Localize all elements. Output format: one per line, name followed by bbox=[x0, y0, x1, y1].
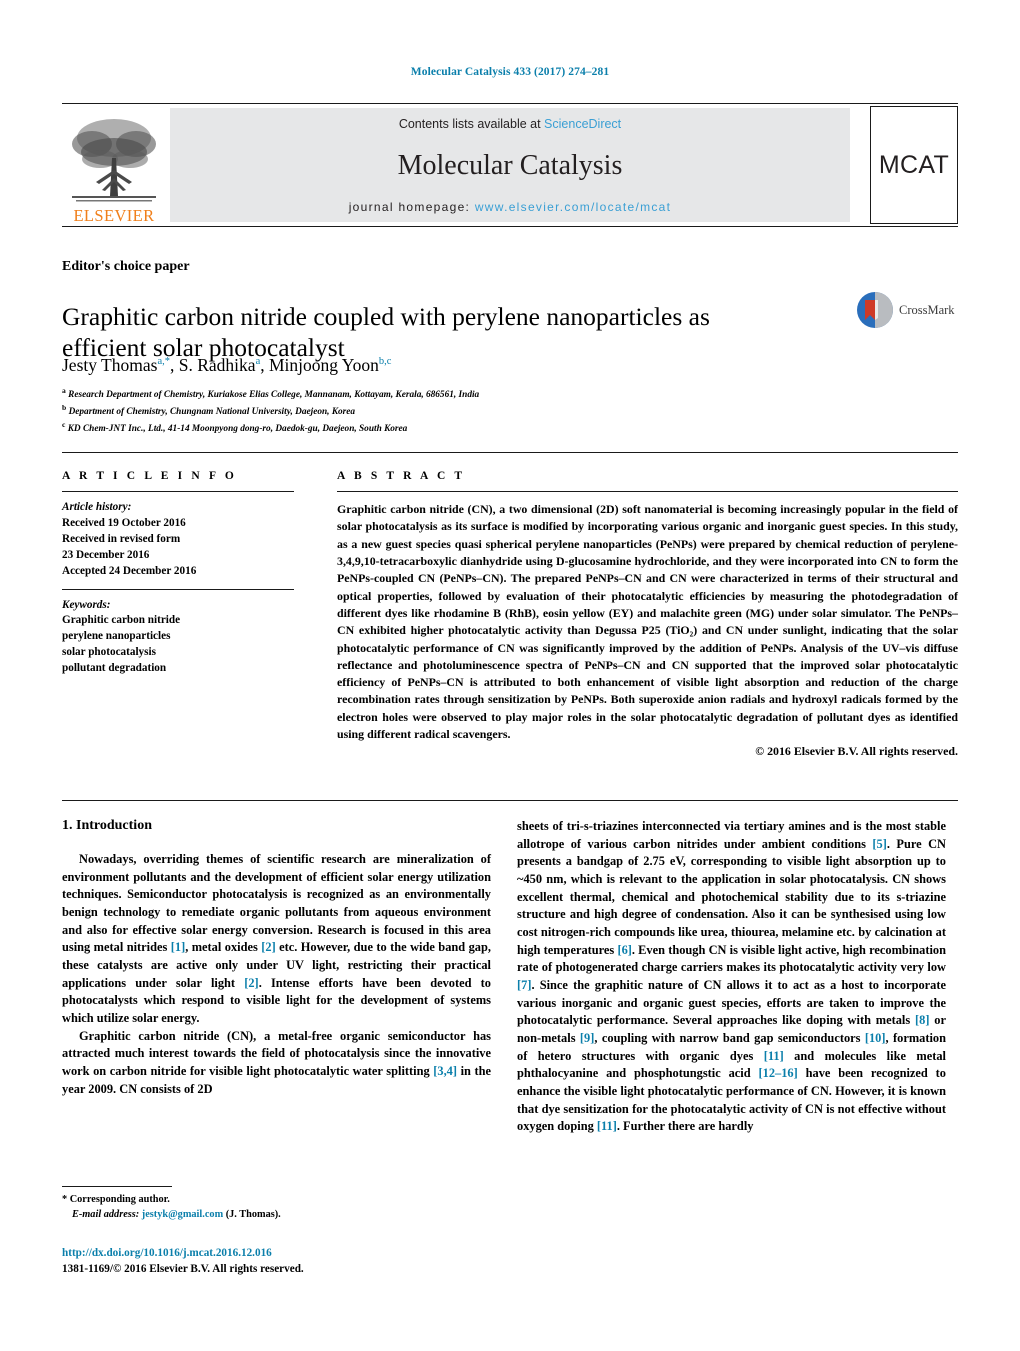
body-column-left: Nowadays, overriding themes of scientifi… bbox=[62, 851, 491, 1098]
page-title: Graphitic carbon nitride coupled with pe… bbox=[62, 302, 710, 363]
article-history-block: Article history: Received 19 October 201… bbox=[62, 500, 300, 580]
affiliation-a-mark: a bbox=[62, 386, 66, 395]
affiliation-b-mark: b bbox=[62, 403, 67, 413]
keyword-item: Graphitic carbon nitride bbox=[62, 614, 181, 627]
keywords-rule bbox=[62, 588, 294, 590]
journal-cover-thumbnail: MCAT bbox=[870, 106, 958, 224]
citation-ref[interactable]: [10] bbox=[865, 1031, 886, 1045]
contents-available-line: Contents lists available at ScienceDirec… bbox=[399, 117, 621, 131]
affiliation-a-text: Research Department of Chemistry, Kuriak… bbox=[68, 390, 480, 401]
author-1: Jesty Thomasa,* bbox=[62, 355, 170, 375]
crossmark-label: CrossMark bbox=[899, 302, 955, 317]
info-top-rule bbox=[62, 452, 958, 453]
affiliation-list: a Research Department of Chemistry, Kuri… bbox=[62, 385, 682, 437]
keywords-label: Keywords: bbox=[62, 598, 111, 611]
affiliation-c-mark: c bbox=[62, 420, 66, 430]
author-2-name: S. Radhika bbox=[178, 355, 256, 375]
corresponding-author-note: * Corresponding author. bbox=[62, 1194, 170, 1205]
keyword-item: solar photocatalysis bbox=[62, 646, 156, 659]
citation-ref[interactable]: [7] bbox=[517, 978, 531, 992]
footnote-rule bbox=[62, 1186, 172, 1187]
affiliation-b: b Department of Chemistry, Chungnam Nati… bbox=[62, 402, 682, 419]
article-info-rule bbox=[62, 491, 294, 492]
affiliation-c: c KD Chem-JNT Inc., Ltd., 41-14 Moonpyon… bbox=[62, 419, 682, 436]
abstract-bottom-rule bbox=[62, 800, 958, 801]
intro-paragraph-2: Graphitic carbon nitride (CN), a metal-f… bbox=[62, 1028, 492, 1096]
abstract-text: Graphitic carbon nitride (CN), a two dim… bbox=[337, 502, 958, 742]
elsevier-tree-icon bbox=[72, 118, 156, 201]
author-2: S. Radhikaa bbox=[179, 355, 260, 375]
citation-ref[interactable]: [11] bbox=[764, 1049, 784, 1063]
journal-homepage-line: journal homepage: www.elsevier.com/locat… bbox=[349, 200, 672, 214]
abstract-copyright: © 2016 Elsevier B.V. All rights reserved… bbox=[755, 744, 958, 759]
history-received: Received 19 October 2016 bbox=[62, 516, 186, 529]
citation-ref[interactable]: [9] bbox=[580, 1031, 594, 1045]
article-type-label: Editor's choice paper bbox=[62, 259, 190, 274]
running-head: Molecular Catalysis 433 (2017) 274–281 bbox=[410, 66, 610, 78]
citation-ref[interactable]: [12–16] bbox=[759, 1066, 798, 1080]
article-info-column: A R T I C L E I N F O Article history: R… bbox=[62, 470, 300, 677]
abstract-heading: A B S T R A C T bbox=[337, 470, 466, 482]
author-3-marks[interactable]: b,c bbox=[379, 356, 392, 367]
citation-ref[interactable]: [2] bbox=[261, 940, 275, 954]
author-3-name: Minjoong Yoon bbox=[268, 355, 379, 375]
sciencedirect-link[interactable]: ScienceDirect bbox=[544, 117, 621, 131]
author-1-name: Jesty Thomas bbox=[62, 355, 158, 375]
issn-copyright-line: 1381-1169/© 2016 Elsevier B.V. All right… bbox=[62, 1262, 304, 1275]
keyword-item: pollutant degradation bbox=[62, 662, 167, 675]
crossmark-badge[interactable]: CrossMark bbox=[856, 281, 956, 339]
doi-link[interactable]: http://dx.doi.org/10.1016/j.mcat.2016.12… bbox=[62, 1246, 562, 1262]
citation-ref[interactable]: [11] bbox=[597, 1119, 617, 1133]
article-history-label: Article history: bbox=[62, 501, 132, 513]
email-suffix: (J. Thomas). bbox=[225, 1209, 281, 1221]
email-label: E-mail address: bbox=[72, 1209, 140, 1221]
intro-paragraph-3: sheets of tri-s-triazines interconnected… bbox=[517, 819, 947, 1134]
citation-ref[interactable]: [3,4] bbox=[433, 1064, 457, 1078]
email-link[interactable]: jestyk@gmail.com bbox=[142, 1209, 223, 1220]
history-revised-date: 23 December 2016 bbox=[62, 548, 150, 561]
journal-banner: Contents lists available at ScienceDirec… bbox=[170, 108, 850, 222]
journal-abbreviation: MCAT bbox=[878, 150, 950, 179]
journal-title: Molecular Catalysis bbox=[397, 149, 623, 181]
author-sep-2: , bbox=[260, 355, 269, 375]
citation-ref[interactable]: [2] bbox=[244, 976, 258, 990]
elsevier-wordmark: ELSEVIER bbox=[73, 205, 155, 225]
history-revised-form: Received in revised form bbox=[62, 532, 181, 545]
citation-ref[interactable]: [5] bbox=[872, 837, 886, 851]
section-heading-introduction: 1. Introduction bbox=[62, 818, 152, 833]
author-1-marks[interactable]: a,* bbox=[157, 356, 170, 367]
abstract-column: A B S T R A C T Graphitic carbon nitride… bbox=[337, 470, 958, 759]
author-list: Jesty Thomasa,*, S. Radhikaa, Minjoong Y… bbox=[62, 355, 391, 376]
history-accepted: Accepted 24 December 2016 bbox=[62, 564, 197, 577]
journal-homepage-link[interactable]: www.elsevier.com/locate/mcat bbox=[475, 200, 671, 214]
email-note: E-mail address: jestyk@gmail.com (J. Tho… bbox=[62, 1207, 491, 1222]
affiliation-c-text: KD Chem-JNT Inc., Ltd., 41-14 Moonpyong … bbox=[67, 424, 408, 435]
crossmark-icon bbox=[857, 292, 893, 328]
citation-ref[interactable]: [6] bbox=[617, 943, 631, 957]
homepage-prefix: journal homepage: bbox=[348, 200, 475, 214]
intro-paragraph-1: Nowadays, overriding themes of scientifi… bbox=[62, 852, 491, 1026]
article-info-heading: A R T I C L E I N F O bbox=[62, 470, 237, 482]
affiliation-b-text: Department of Chemistry, Chungnam Nation… bbox=[68, 407, 356, 418]
contents-prefix: Contents lists available at bbox=[398, 117, 545, 131]
journal-masthead: ELSEVIER Contents lists available at Sci… bbox=[62, 103, 958, 227]
footer-doi-block: http://dx.doi.org/10.1016/j.mcat.2016.12… bbox=[62, 1246, 562, 1278]
author-sep-1: , bbox=[170, 355, 179, 375]
citation-ref[interactable]: [1] bbox=[171, 940, 185, 954]
elsevier-logo: ELSEVIER bbox=[62, 104, 166, 226]
abstract-rule bbox=[337, 491, 958, 492]
affiliation-a: a Research Department of Chemistry, Kuri… bbox=[62, 385, 682, 402]
keywords-block: Keywords: Graphitic carbon nitride peryl… bbox=[62, 598, 300, 678]
article-page: Molecular Catalysis 433 (2017) 274–281 E… bbox=[0, 0, 1020, 1351]
author-3: Minjoong Yoonb,c bbox=[269, 355, 391, 375]
body-column-right: sheets of tri-s-triazines interconnected… bbox=[517, 818, 946, 1136]
citation-ref[interactable]: [8] bbox=[915, 1013, 929, 1027]
footnote-block: * Corresponding author. E-mail address: … bbox=[62, 1186, 491, 1223]
keyword-item: perylene nanoparticles bbox=[62, 630, 171, 643]
